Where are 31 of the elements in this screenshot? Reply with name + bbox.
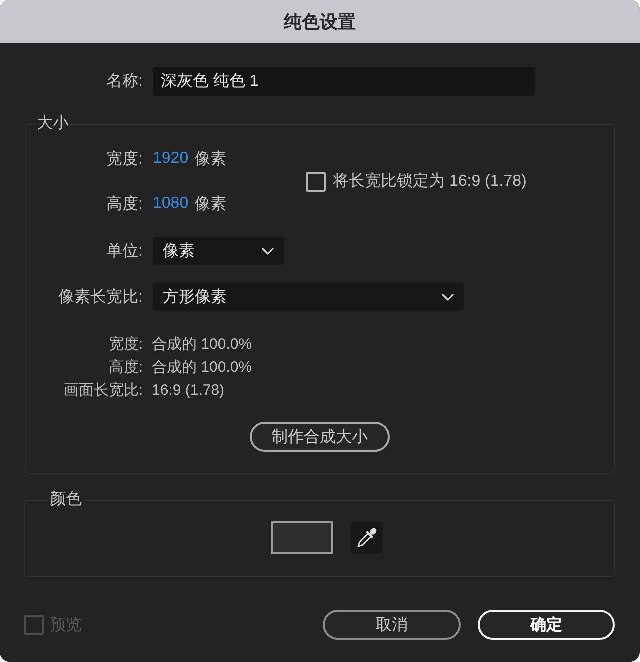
pixel-aspect-dropdown[interactable]: 方形像素	[153, 283, 464, 311]
ok-button[interactable]: 确定	[478, 610, 615, 640]
width-unit: 像素	[194, 150, 227, 170]
pixel-aspect-label: 像素长宽比:	[58, 288, 143, 308]
make-comp-size-button[interactable]: 制作合成大小	[250, 422, 390, 452]
eyedropper-button[interactable]	[350, 522, 382, 554]
cancel-button[interactable]: 取消	[323, 610, 461, 640]
height-unit: 像素	[194, 194, 227, 214]
width-value[interactable]: 1920	[153, 150, 189, 168]
chevron-down-icon	[262, 248, 274, 254]
height-value[interactable]: 1080	[153, 195, 189, 213]
window-title: 纯色设置	[284, 10, 356, 34]
width-label: 宽度:	[106, 150, 143, 170]
info-value: 合成的 100.0%	[152, 358, 252, 377]
color-swatch[interactable]	[270, 521, 332, 554]
height-label: 高度:	[106, 194, 143, 214]
info-value: 合成的 100.0%	[152, 335, 252, 354]
info-label: 宽度:	[108, 335, 143, 354]
info-label: 画面长宽比:	[64, 381, 143, 400]
checkbox[interactable]	[306, 172, 326, 192]
chevron-down-icon	[442, 294, 454, 300]
name-label: 名称:	[106, 72, 143, 92]
color-group-title: 颜色	[49, 490, 83, 510]
units-label: 单位:	[106, 242, 143, 262]
units-dropdown[interactable]: 像素	[153, 237, 284, 265]
eyedropper-icon	[356, 526, 378, 548]
lock-aspect-label[interactable]: 将长宽比锁定为 16:9 (1.78)	[333, 171, 527, 192]
name-field[interactable]: 深灰色 纯色 1	[153, 67, 535, 96]
size-group-title: 大小	[36, 114, 70, 134]
info-value: 16:9 (1.78)	[152, 382, 225, 399]
info-label: 高度:	[108, 358, 143, 377]
